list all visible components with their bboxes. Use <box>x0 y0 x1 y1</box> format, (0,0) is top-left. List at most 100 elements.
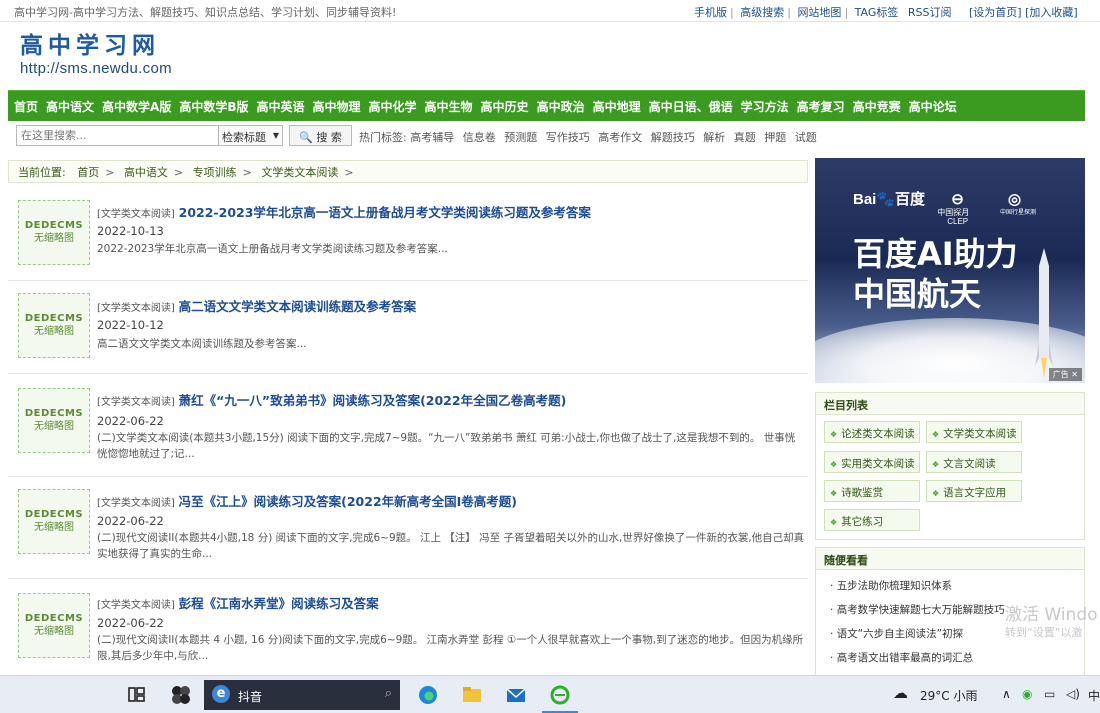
breadcrumb-home[interactable]: 首页 <box>77 166 99 179</box>
network-icon[interactable]: ▭ <box>1044 687 1055 701</box>
article-category[interactable]: [文学类文本阅读] <box>97 303 175 314</box>
nav-item[interactable]: 学习方法 <box>741 98 789 115</box>
search-icon: 🔍 <box>299 131 313 144</box>
column-link[interactable]: ❖ 诗歌鉴赏 <box>824 480 920 502</box>
breadcrumb-current[interactable]: 文学类文本阅读 <box>261 166 338 179</box>
nav-item[interactable]: 高中数学B版 <box>179 98 248 115</box>
nav-item[interactable]: 高中政治 <box>537 98 585 115</box>
random-link[interactable]: · 高考语文出错率最高的词汇总 <box>830 650 973 665</box>
ad-label[interactable]: 广告 ✕ <box>1048 368 1082 381</box>
article-desc: (二)现代文阅读II(本题共 4 小题, 16 分)阅读下面的文字,完成6~9题… <box>97 634 804 662</box>
column-link[interactable]: ❖ 论述类文本阅读 <box>824 421 920 443</box>
breadcrumb: 当前位置: 首页 > 高中语文 > 专项训练 > 文学类文本阅读 > <box>8 160 808 183</box>
article-category[interactable]: [文学类文本阅读] <box>97 397 175 408</box>
article-category[interactable]: [文学类文本阅读] <box>97 600 175 611</box>
activation-watermark: 激活 Windo <box>1005 605 1098 625</box>
article-category[interactable]: [文学类文本阅读] <box>97 209 175 220</box>
search-type-value: 检索标题 <box>222 131 266 144</box>
add-favorite-link[interactable]: [加入收藏] <box>1025 6 1078 19</box>
ime-indicator[interactable]: 中 <box>1088 687 1100 704</box>
hot-tag[interactable]: 解题技巧 <box>651 131 695 144</box>
random-title: 随便看看 <box>816 548 1084 570</box>
hot-tag[interactable]: 解析 <box>703 131 725 144</box>
nav-item[interactable]: 高中英语 <box>256 98 304 115</box>
nav-item[interactable]: 高中物理 <box>313 98 361 115</box>
article-desc: 高二语文文学类文本阅读训练题及参考答案... <box>97 338 307 350</box>
search-input[interactable] <box>16 125 220 146</box>
top-links: 手机版 | 高级搜索 | 网站地图 | TAG标签 RSS订阅 [设为首页] [加入收… <box>694 6 1078 19</box>
breadcrumb-special[interactable]: 专项训练 <box>193 166 237 179</box>
nav-item[interactable]: 首页 <box>14 98 38 115</box>
article-title[interactable]: 冯至《江上》阅读练习及答案(2022年新高考全国I卷高考题) <box>179 494 517 509</box>
nav-item[interactable]: 高中日语、俄语 <box>649 98 733 115</box>
logo-name: 高中学习网 <box>20 32 160 59</box>
random-link[interactable]: · 高考数学快速解题七大万能解题技巧 <box>830 602 1005 617</box>
nav-item[interactable]: 高中竞赛 <box>853 98 901 115</box>
column-link[interactable]: ❖ 其它练习 <box>824 509 920 531</box>
hot-tag[interactable]: 信息卷 <box>463 131 496 144</box>
article-title[interactable]: 2022-2023学年北京高一语文上册备战月考文学类阅读练习题及参考答案 <box>179 205 591 220</box>
app-icon[interactable] <box>170 685 192 705</box>
file-explorer-icon[interactable] <box>461 685 483 705</box>
mail-icon[interactable] <box>505 685 527 705</box>
columns-title: 栏目列表 <box>816 393 1084 415</box>
hot-tag[interactable]: 试题 <box>795 131 817 144</box>
article-thumbnail[interactable]: DEDECMS 无缩略图 <box>18 388 90 453</box>
random-link[interactable]: · 语文“六步自主阅读法”初探 <box>830 626 963 641</box>
hot-tag[interactable]: 押题 <box>764 131 786 144</box>
article-thumbnail[interactable]: DEDECMS 无缩略图 <box>18 200 90 265</box>
hot-tag[interactable]: 高考作文 <box>598 131 642 144</box>
search-type-select[interactable]: 检索标题 ▼ <box>218 125 283 146</box>
task-view-icon[interactable] <box>126 685 148 705</box>
hot-tags-label: 热门标签: <box>359 131 407 144</box>
nav-item[interactable]: 高中生物 <box>425 98 473 115</box>
volume-icon[interactable]: ◁) <box>1066 687 1080 701</box>
tag-link[interactable]: TAG标签 <box>855 6 899 19</box>
nav-item[interactable]: 高考复习 <box>797 98 845 115</box>
article-category[interactable]: [文学类文本阅读] <box>97 498 175 509</box>
breadcrumb-chinese[interactable]: 高中语文 <box>124 166 168 179</box>
article-title[interactable]: 彭程《江南水弄堂》阅读练习及答案 <box>179 596 379 611</box>
column-link[interactable]: ❖ 语言文字应用 <box>926 480 1022 502</box>
article-item: DEDECMS 无缩略图 [文学类文本阅读] 萧红《“九一八”致弟弟书》阅读练习及… <box>8 374 808 477</box>
article-title[interactable]: 萧红《“九一八”致弟弟书》阅读练习及答案(2022年全国乙卷高考题) <box>179 393 567 408</box>
nav-item[interactable]: 高中数学A版 <box>102 98 171 115</box>
site-logo[interactable]: 高中学习网 http://sms.newdu.com <box>20 32 172 77</box>
clep-logo: ⊖ 中国探月 CLEP <box>937 191 970 226</box>
column-link[interactable]: ❖ 文学类文本阅读 <box>926 421 1022 443</box>
article-title[interactable]: 高二语文文学类文本阅读训练题及参考答案 <box>179 299 417 314</box>
ad-banner[interactable]: Bai🐾百度 ⊖ 中国探月 CLEP ◎ 中国行星探测 百度AI助力 中国航天 广告 … <box>815 158 1085 383</box>
app-tray-icon[interactable]: ◉ <box>1022 687 1032 701</box>
article-date: 2022-10-12 <box>97 318 164 332</box>
search-button[interactable]: 🔍 搜 索 <box>289 125 352 146</box>
weather-icon[interactable]: ☁ <box>893 684 908 702</box>
article-thumbnail[interactable]: DEDECMS 无缩略图 <box>18 593 90 658</box>
hot-tags: 热门标签: 高考辅导 信息卷 预测题 写作技巧 高考作文 解题技巧 解析 真题 … <box>359 129 822 145</box>
hot-tag[interactable]: 真题 <box>734 131 756 144</box>
edge-icon[interactable] <box>417 685 439 705</box>
set-homepage-link[interactable]: [设为首页] <box>969 6 1022 19</box>
site-intro: 高中学习网-高中学习方法、解题技巧、知识点总结、学习计划、同步辅导资料! <box>14 6 397 19</box>
hot-tag[interactable]: 高考辅导 <box>410 131 454 144</box>
nav-item[interactable]: 高中论坛 <box>909 98 957 115</box>
nav-item[interactable]: 高中语文 <box>46 98 94 115</box>
rss-link[interactable]: RSS订阅 <box>908 6 952 19</box>
article-thumbnail[interactable]: DEDECMS 无缩略图 <box>18 489 90 554</box>
mobile-link[interactable]: 手机版 <box>694 6 727 19</box>
hot-tag[interactable]: 预测题 <box>504 131 537 144</box>
sitemap-link[interactable]: 网站地图 <box>797 6 841 19</box>
weather-text[interactable]: 29°C 小雨 <box>920 687 977 704</box>
nav-item[interactable]: 高中地理 <box>593 98 641 115</box>
column-link[interactable]: ❖ 实用类文本阅读 <box>824 451 920 473</box>
chevron-up-icon[interactable]: ∧ <box>1002 687 1011 701</box>
advanced-search-link[interactable]: 高级搜索 <box>740 6 784 19</box>
hot-tag[interactable]: 写作技巧 <box>546 131 590 144</box>
nav-item[interactable]: 高中化学 <box>369 98 417 115</box>
article-date: 2022-06-22 <box>97 414 164 428</box>
random-link[interactable]: · 五步法助你梳理知识体系 <box>830 578 952 593</box>
taskbar-search[interactable]: e 抖音 ⌕ <box>204 680 400 710</box>
browser-icon[interactable] <box>549 685 571 705</box>
nav-item[interactable]: 高中历史 <box>481 98 529 115</box>
column-link[interactable]: ❖ 文言文阅读 <box>926 451 1022 473</box>
article-thumbnail[interactable]: DEDECMS 无缩略图 <box>18 293 90 358</box>
